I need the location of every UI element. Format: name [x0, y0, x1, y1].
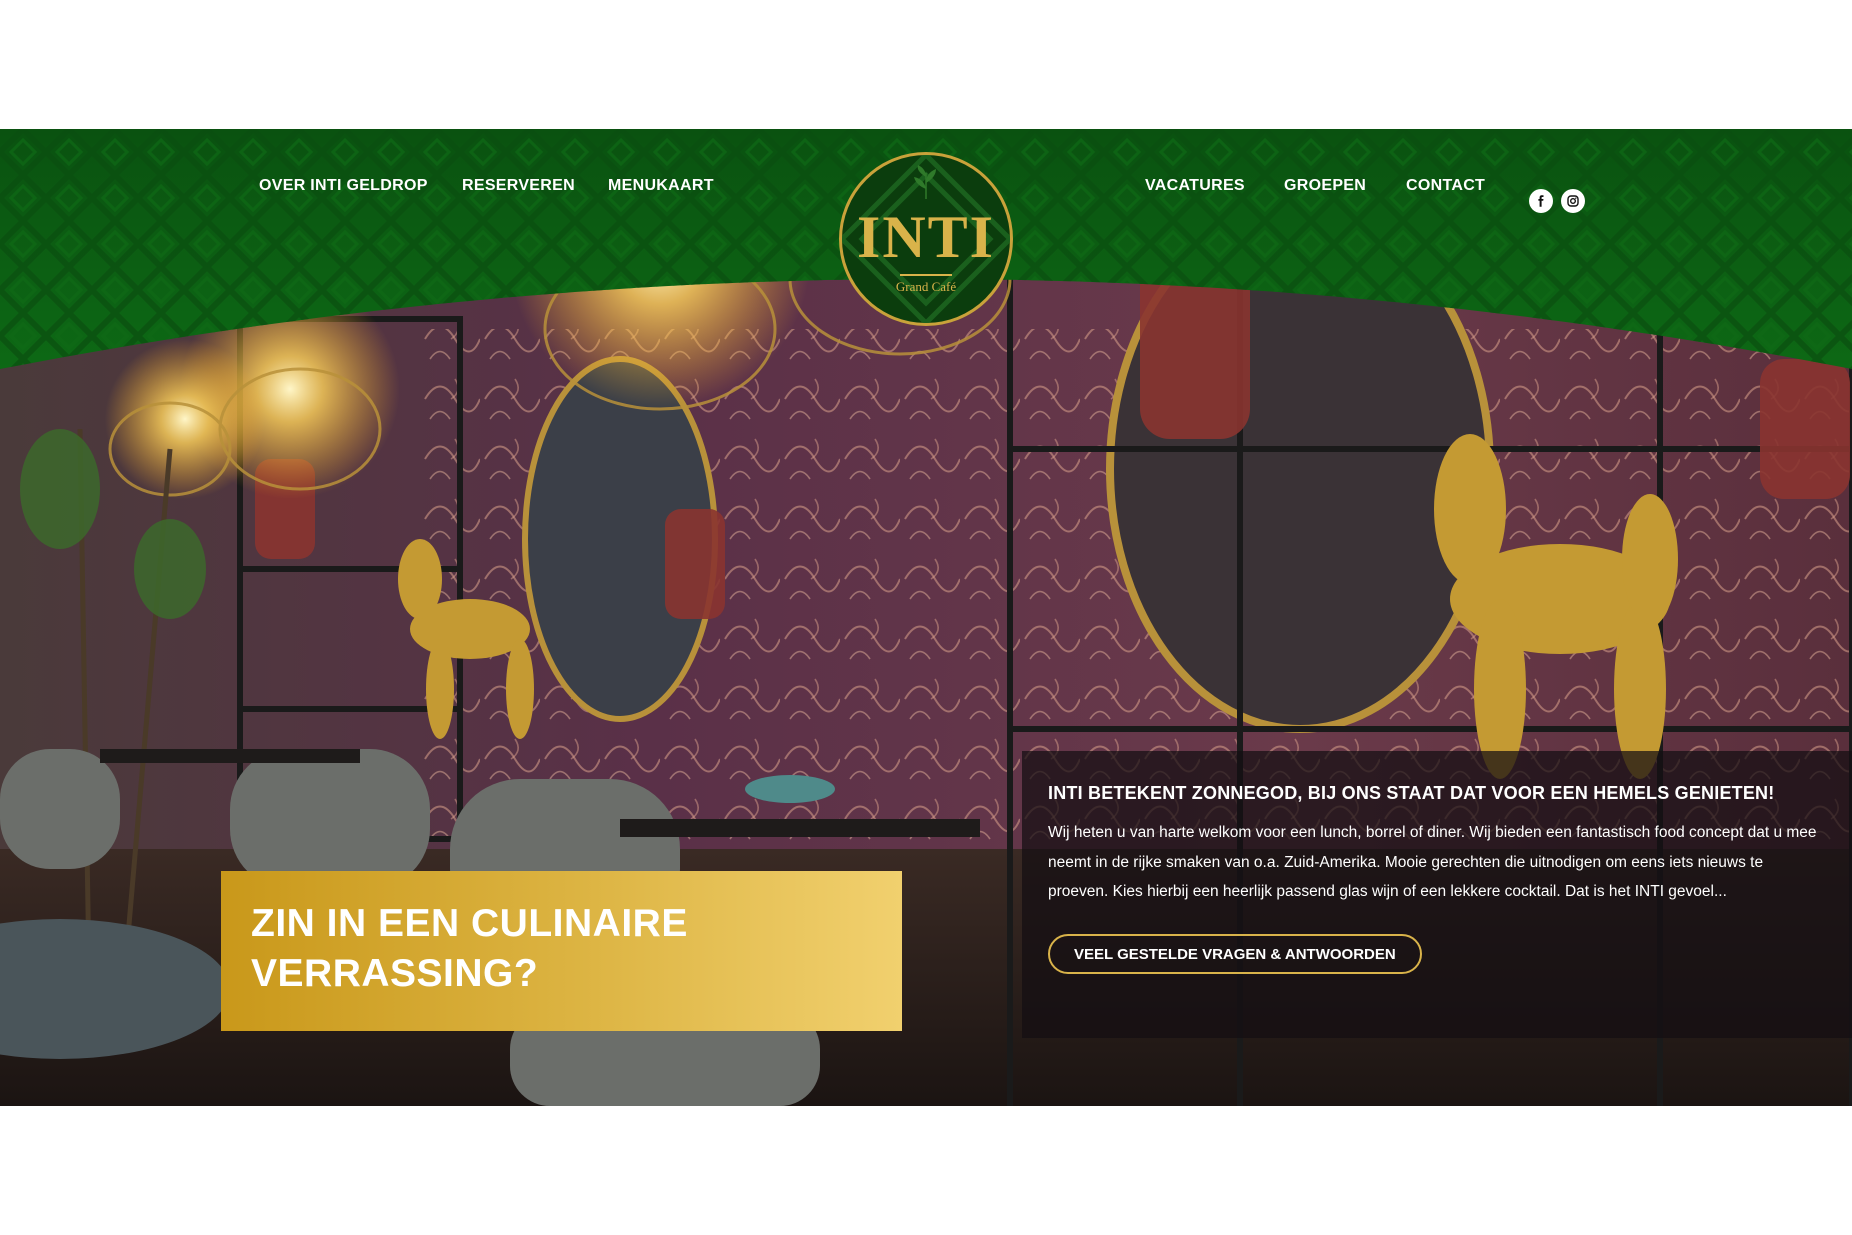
- nav-menukaart[interactable]: MENUKAART: [608, 177, 714, 195]
- website-viewport: OVER INTI GELDROP RESERVEREN MENUKAART V…: [0, 129, 1852, 1106]
- info-heading: INTI BETEKENT ZONNEGOD, BIJ ONS STAAT DA…: [1048, 783, 1775, 803]
- nav-over-inti-geldrop[interactable]: OVER INTI GELDROP: [259, 177, 428, 195]
- instagram-icon[interactable]: [1561, 189, 1585, 213]
- cta-title: ZIN IN EEN CULINAIRE VERRASSING?: [251, 902, 688, 995]
- cta-box: ZIN IN EEN CULINAIRE VERRASSING?: [221, 871, 902, 1031]
- inti-logo[interactable]: INTI Grand Café: [839, 152, 1013, 326]
- info-panel: INTI BETEKENT ZONNEGOD, BIJ ONS STAAT DA…: [1022, 751, 1852, 1038]
- facebook-icon[interactable]: [1529, 189, 1553, 213]
- logo-subtitle: Grand Café: [895, 279, 957, 294]
- leaf-icon: [914, 165, 936, 199]
- info-text: Wij heten u van harte welkom voor een lu…: [1048, 824, 1817, 900]
- logo-name: INTI: [856, 204, 996, 270]
- nav-reserveren[interactable]: RESERVEREN: [462, 177, 575, 195]
- nav-contact[interactable]: CONTACT: [1406, 177, 1485, 195]
- nav-vacatures[interactable]: VACATURES: [1145, 177, 1245, 195]
- logo-divider: [900, 274, 952, 276]
- faq-button[interactable]: VEEL GESTELDE VRAGEN & ANTWOORDEN: [1048, 934, 1422, 974]
- nav-groepen[interactable]: GROEPEN: [1284, 177, 1366, 195]
